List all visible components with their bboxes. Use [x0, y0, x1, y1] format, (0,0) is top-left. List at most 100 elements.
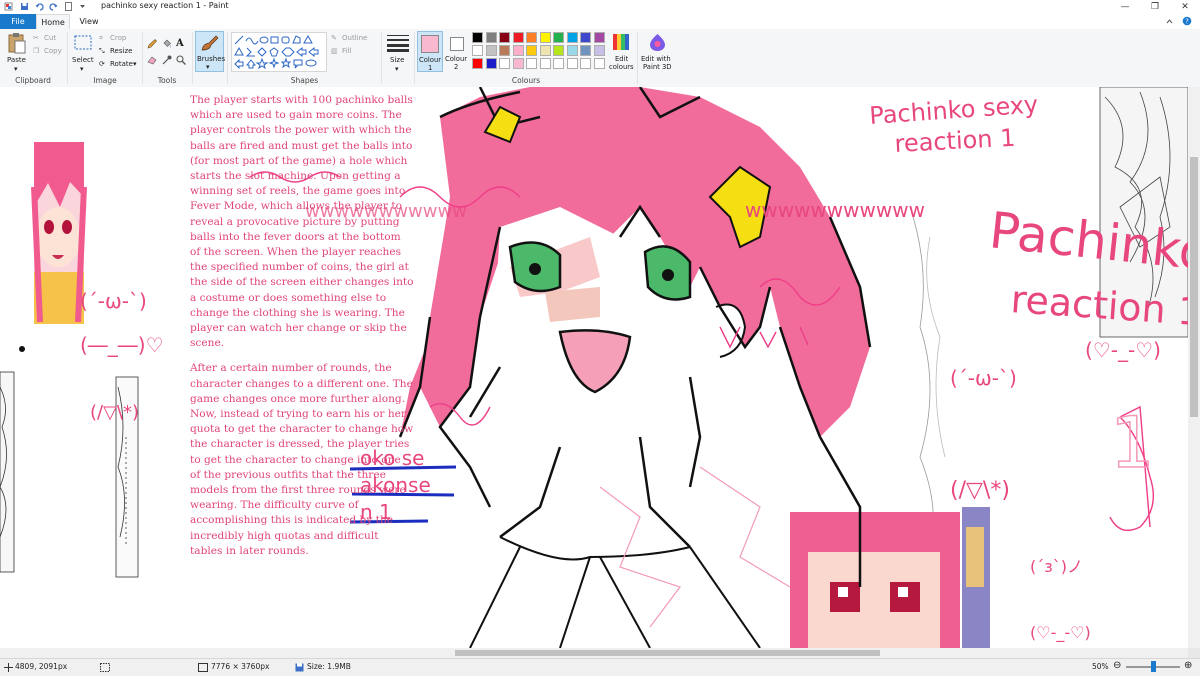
help-icon[interactable]: ?	[1182, 16, 1192, 26]
palette-swatch[interactable]	[553, 45, 564, 56]
select-label: Select	[72, 56, 94, 64]
palette-swatch[interactable]	[580, 45, 591, 56]
resize-button[interactable]: ⤡ Resize	[99, 47, 133, 57]
redo-icon[interactable]	[49, 2, 58, 11]
palette-swatch[interactable]	[553, 32, 564, 43]
handwriting-emoticon-2b: (♡-_-♡)	[1030, 623, 1091, 643]
palette-swatch[interactable]	[472, 45, 483, 56]
palette-swatch[interactable]	[580, 58, 591, 69]
minimize-button[interactable]: —	[1110, 0, 1140, 14]
colour1-swatch	[421, 35, 439, 53]
palette-swatch[interactable]	[499, 45, 510, 56]
colour2-label: Colour	[445, 55, 468, 63]
palette-swatch[interactable]	[593, 45, 605, 56]
brushes-button[interactable]: Brushes ▾	[195, 31, 225, 72]
chevron-down-icon: ▾	[80, 65, 84, 73]
palette-swatch[interactable]	[499, 58, 510, 69]
eraser-icon[interactable]	[147, 55, 157, 65]
customize-toolbar-icon[interactable]	[78, 2, 87, 11]
tab-home[interactable]: Home	[36, 14, 70, 29]
palette-swatch[interactable]	[580, 32, 591, 43]
palette-swatch[interactable]	[566, 32, 578, 43]
magnifier-icon[interactable]	[176, 55, 186, 65]
cursor-position-icon	[4, 663, 13, 672]
zoom-slider-thumb[interactable]	[1151, 661, 1156, 672]
resize-label: Resize	[110, 47, 133, 55]
shapes-group-label: Shapes	[290, 76, 319, 85]
palette-swatch[interactable]	[526, 45, 537, 56]
edit-colours-label: Edit	[615, 55, 629, 63]
palette-swatch[interactable]	[485, 45, 497, 56]
palette-swatch[interactable]	[512, 32, 524, 43]
vertical-scroll-thumb[interactable]	[1190, 157, 1198, 417]
palette-swatch[interactable]	[566, 58, 578, 69]
tab-file[interactable]: File	[0, 14, 36, 29]
image-dimensions: 7776 × 3760px	[211, 662, 270, 671]
pencil-icon[interactable]	[147, 39, 157, 49]
edit-colours-button[interactable]: Edit colours	[607, 31, 635, 72]
palette-swatch[interactable]	[566, 45, 578, 56]
resize-icon: ⤡	[99, 47, 105, 55]
ribbon-tabs: File Home View ?	[0, 14, 1200, 30]
fill-dropdown[interactable]: ▥ Fill	[331, 47, 379, 57]
fill-bucket-icon[interactable]	[162, 39, 172, 49]
copy-label: Copy	[44, 47, 62, 55]
paste-label: Paste	[7, 56, 26, 64]
colour-picker-icon[interactable]	[162, 55, 172, 65]
cut-button[interactable]: ✂ Cut	[33, 34, 63, 44]
palette-swatch[interactable]	[593, 32, 605, 43]
palette-swatch[interactable]	[472, 58, 483, 69]
colour1-button[interactable]: Colour 1	[417, 31, 443, 72]
image-group-label: Image	[93, 76, 117, 85]
colour2-swatch	[450, 37, 464, 51]
handwriting-digit: 1	[1110, 402, 1155, 484]
undo-icon[interactable]	[35, 2, 44, 11]
zoom-slider[interactable]	[1126, 661, 1180, 672]
palette-swatch[interactable]	[485, 58, 497, 69]
shapes-icon-grid	[234, 35, 319, 69]
tab-view[interactable]: View	[74, 14, 104, 29]
select-button[interactable]: Select ▾	[70, 32, 96, 73]
paste-button[interactable]: Paste ▾	[4, 32, 30, 73]
collapse-ribbon-icon[interactable]	[1165, 17, 1174, 26]
palette-swatch[interactable]	[539, 45, 551, 56]
horizontal-scrollbar[interactable]	[0, 648, 1188, 658]
outline-dropdown[interactable]: ✎ Outline	[331, 34, 379, 44]
palette-swatch[interactable]	[539, 32, 551, 43]
copy-button[interactable]: ❐ Copy	[33, 47, 63, 57]
size-button[interactable]: Size ▾	[385, 32, 411, 73]
palette-swatch[interactable]	[539, 58, 551, 69]
paint-app-icon	[4, 2, 13, 11]
scissors-icon: ✂	[33, 34, 39, 42]
palette-swatch[interactable]	[593, 58, 605, 69]
crop-button[interactable]: ⌗ Crop	[99, 34, 133, 44]
save-icon[interactable]	[20, 2, 29, 11]
close-button[interactable]: ✕	[1170, 0, 1200, 14]
palette-swatch[interactable]	[526, 58, 537, 69]
text-tool-icon[interactable]: A	[176, 38, 184, 49]
handwriting-emoticon-1: (´-ω-`)	[950, 366, 1017, 390]
scroll-corner	[1188, 648, 1200, 658]
colour2-button[interactable]: Colour 2	[445, 31, 469, 72]
horizontal-scroll-thumb[interactable]	[455, 650, 880, 656]
palette-swatch[interactable]	[499, 32, 510, 43]
palette-swatch[interactable]	[512, 45, 524, 56]
new-file-icon[interactable]	[64, 2, 73, 11]
vertical-scrollbar[interactable]	[1188, 87, 1200, 648]
palette-swatch[interactable]	[553, 58, 564, 69]
palette-swatch[interactable]	[512, 58, 524, 69]
palette-swatch[interactable]	[472, 32, 483, 43]
paste-icon	[8, 33, 26, 54]
zoom-in-button[interactable]: ⊕	[1184, 660, 1192, 671]
zoom-out-button[interactable]: ⊖	[1113, 660, 1121, 671]
palette-swatch[interactable]	[485, 32, 497, 43]
handwriting-emoticon-1b: (´-ω-`)	[80, 289, 147, 313]
select-icon	[74, 35, 92, 50]
edit-with-paint3d-button[interactable]: Edit with Paint 3D	[640, 31, 674, 72]
maximize-button[interactable]: ❐	[1140, 0, 1170, 14]
status-bar: 4809, 2091px 7776 × 3760px Size: 1.9MB 5…	[0, 658, 1200, 676]
shapes-gallery[interactable]	[231, 32, 327, 72]
rotate-button[interactable]: ⟳ Rotate ▾	[99, 60, 139, 70]
palette-swatch[interactable]	[526, 32, 537, 43]
drawing-canvas[interactable]: Pachinko sexy reaction 1 Pachinko reacti…	[0, 87, 1188, 648]
